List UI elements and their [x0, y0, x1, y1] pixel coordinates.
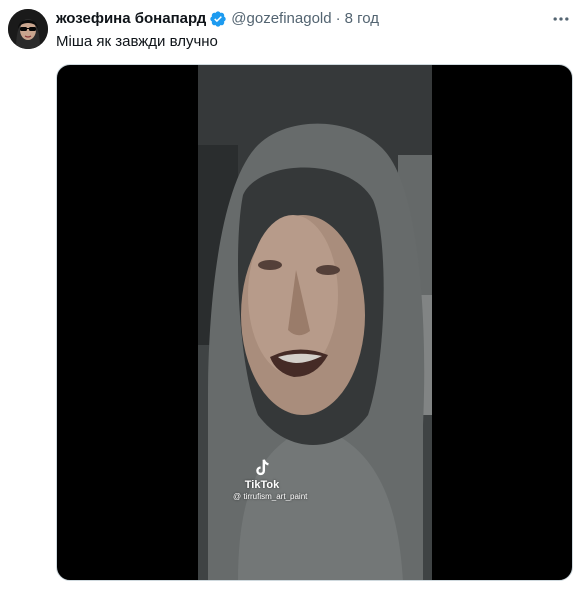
tiktok-brand: TikTok	[244, 479, 280, 491]
verified-badge-icon	[209, 10, 227, 28]
video-player[interactable]: TikTok @ tirrufism_art_paint	[56, 64, 573, 581]
avatar-image	[8, 9, 48, 49]
tweet[interactable]: жозефина бонапард @gozefinagold · 8 год …	[0, 0, 583, 589]
author-name[interactable]: жозефина бонапард	[56, 9, 206, 29]
tiktok-watermark: TikTok	[232, 457, 292, 492]
tweet-text: Міша як завжди влучно	[56, 33, 218, 50]
video-frame[interactable]	[198, 65, 432, 580]
author-handle[interactable]: @gozefinagold	[231, 9, 331, 29]
tiktok-username: @ tirrufism_art_paint	[233, 492, 308, 501]
tweet-header: жозефина бонапард @gozefinagold · 8 год	[56, 9, 379, 29]
author-avatar[interactable]	[8, 9, 48, 49]
tiktok-logo-icon	[256, 459, 269, 476]
header-separator: ·	[335, 10, 341, 27]
video-still-image	[198, 65, 432, 580]
more-options-icon[interactable]	[551, 9, 571, 29]
tweet-timestamp[interactable]: 8 год	[345, 9, 379, 29]
